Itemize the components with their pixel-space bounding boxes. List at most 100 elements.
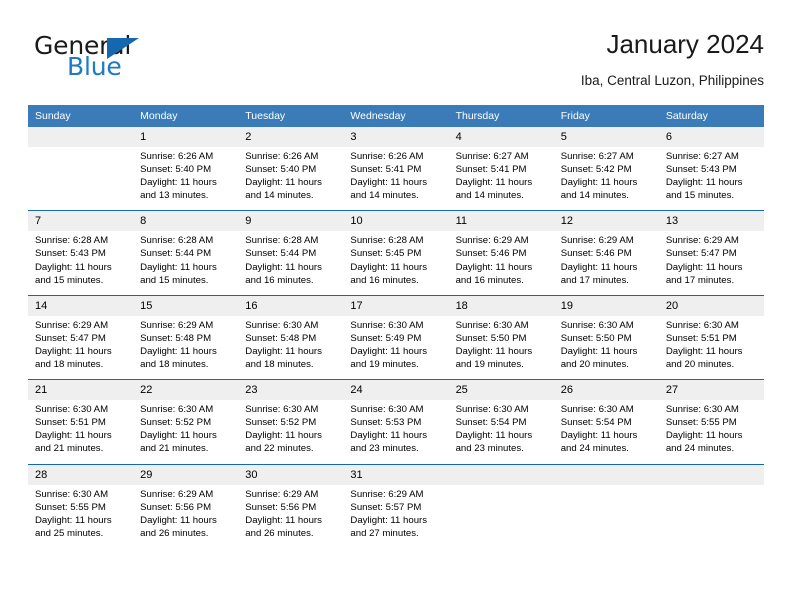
day-cell: Sunrise: 6:26 AM Sunset: 5:40 PM Dayligh… — [133, 147, 239, 211]
day-cell: Sunrise: 6:27 AM Sunset: 5:42 PM Dayligh… — [553, 147, 659, 211]
daylight-text-line2: and 23 minutes. — [350, 443, 419, 455]
day-cell: Sunrise: 6:29 AM Sunset: 5:47 PM Dayligh… — [28, 315, 134, 380]
day-cell: Sunrise: 6:30 AM Sunset: 5:48 PM Dayligh… — [238, 315, 344, 380]
sunrise-text: Sunrise: 6:28 AM — [350, 235, 424, 247]
daylight-text-line2: and 18 minutes. — [245, 359, 314, 371]
day-cell: Sunrise: 6:26 AM Sunset: 5:40 PM Dayligh… — [238, 147, 344, 211]
sunset-text: Sunset: 5:56 PM — [140, 501, 212, 513]
day-cell: Sunrise: 6:28 AM Sunset: 5:45 PM Dayligh… — [343, 231, 449, 296]
daylight-text-line1: Daylight: 11 hours — [245, 261, 322, 273]
sunset-text: Sunset: 5:54 PM — [560, 417, 632, 429]
day-cell: Sunrise: 6:29 AM Sunset: 5:46 PM Dayligh… — [553, 231, 659, 296]
daylight-text-line1: Daylight: 11 hours — [455, 177, 533, 189]
day-cell: Sunrise: 6:29 AM Sunset: 5:48 PM Dayligh… — [133, 315, 239, 380]
daylight-text-line2: and 20 minutes. — [560, 359, 629, 371]
daylight-text-line1: Daylight: 11 hours — [245, 177, 322, 189]
sunrise-text: Sunrise: 6:29 AM — [35, 319, 109, 331]
page-header: General Blue January 2024 Iba, Central L… — [28, 28, 764, 94]
day-cell: Sunrise: 6:30 AM Sunset: 5:55 PM Dayligh… — [28, 484, 134, 548]
daylight-text-line1: Daylight: 11 hours — [245, 514, 322, 526]
day-number: 29 — [133, 463, 239, 485]
daylight-text-line2: and 21 minutes. — [35, 443, 104, 455]
logo-text-blue: Blue — [67, 52, 122, 81]
day-number: 26 — [553, 379, 659, 401]
day-cell: Sunrise: 6:30 AM Sunset: 5:54 PM Dayligh… — [553, 400, 659, 464]
day-number: 3 — [343, 127, 449, 147]
day-cell: Sunrise: 6:26 AM Sunset: 5:41 PM Dayligh… — [343, 147, 449, 211]
sunset-text: Sunset: 5:57 PM — [350, 501, 422, 513]
daylight-text-line2: and 17 minutes. — [665, 274, 735, 286]
sunrise-text: Sunrise: 6:30 AM — [350, 319, 424, 331]
sunrise-text: Sunrise: 6:30 AM — [455, 404, 529, 416]
sunset-text: Sunset: 5:41 PM — [455, 164, 527, 176]
day-number-row: 1 2 3 4 5 6 — [28, 127, 764, 147]
day-cell: Sunrise: 6:27 AM Sunset: 5:41 PM Dayligh… — [448, 147, 554, 211]
day-cell: Sunrise: 6:30 AM Sunset: 5:50 PM Dayligh… — [553, 315, 659, 380]
day-number — [658, 463, 764, 485]
daylight-text-line1: Daylight: 11 hours — [245, 430, 322, 442]
daylight-text-line1: Daylight: 11 hours — [140, 345, 217, 357]
day-number: 15 — [133, 294, 239, 316]
sunset-text: Sunset: 5:47 PM — [35, 332, 106, 344]
daylight-text-line2: and 13 minutes. — [140, 190, 209, 202]
day-cell: Sunrise: 6:29 AM Sunset: 5:47 PM Dayligh… — [658, 231, 764, 296]
daylight-text-line1: Daylight: 11 hours — [140, 177, 217, 189]
daylight-text-line1: Daylight: 11 hours — [665, 430, 743, 442]
sunset-text: Sunset: 5:48 PM — [245, 332, 317, 344]
weekday-header-row: Sunday Monday Tuesday Wednesday Thursday… — [28, 105, 764, 127]
daylight-text-line2: and 18 minutes. — [35, 359, 104, 371]
sunrise-text: Sunrise: 6:28 AM — [35, 235, 109, 247]
day-detail-row: Sunrise: 6:28 AM Sunset: 5:43 PM Dayligh… — [28, 231, 764, 296]
day-cell — [658, 484, 764, 548]
day-number: 10 — [343, 210, 449, 232]
day-detail-row: Sunrise: 6:29 AM Sunset: 5:47 PM Dayligh… — [28, 315, 764, 380]
calendar-body: 1 2 3 4 5 6 Sunrise: 6:26 AM Sunset: 5:4… — [28, 127, 764, 548]
day-number — [28, 127, 134, 147]
day-cell: Sunrise: 6:30 AM Sunset: 5:55 PM Dayligh… — [658, 400, 764, 464]
daylight-text-line1: Daylight: 11 hours — [350, 345, 428, 357]
daylight-text-line1: Daylight: 11 hours — [350, 430, 428, 442]
sunrise-text: Sunrise: 6:29 AM — [560, 235, 634, 247]
daylight-text-line1: Daylight: 11 hours — [140, 430, 217, 442]
daylight-text-line2: and 14 minutes. — [350, 190, 419, 202]
day-number: 11 — [448, 210, 554, 232]
sunrise-text: Sunrise: 6:30 AM — [665, 319, 739, 331]
day-number-row: 7 8 9 10 11 12 13 — [28, 210, 764, 232]
day-number: 9 — [238, 210, 344, 232]
day-number: 5 — [553, 127, 659, 147]
day-cell: Sunrise: 6:30 AM Sunset: 5:49 PM Dayligh… — [343, 315, 449, 380]
day-number: 17 — [343, 294, 449, 316]
day-cell: Sunrise: 6:30 AM Sunset: 5:52 PM Dayligh… — [238, 400, 344, 464]
sunrise-text: Sunrise: 6:30 AM — [245, 404, 319, 416]
weekday-header-sunday: Sunday — [28, 105, 134, 127]
day-number: 12 — [553, 210, 659, 232]
day-cell: Sunrise: 6:29 AM Sunset: 5:57 PM Dayligh… — [343, 484, 449, 548]
day-number: 28 — [28, 463, 134, 485]
day-cell: Sunrise: 6:29 AM Sunset: 5:56 PM Dayligh… — [133, 484, 239, 548]
sunset-text: Sunset: 5:44 PM — [140, 248, 212, 260]
sunset-text: Sunset: 5:55 PM — [35, 501, 106, 513]
sunrise-sunset-calendar: Sunday Monday Tuesday Wednesday Thursday… — [28, 105, 764, 548]
day-number: 8 — [133, 210, 239, 232]
sunset-text: Sunset: 5:53 PM — [350, 417, 422, 429]
sunset-text: Sunset: 5:51 PM — [665, 332, 737, 344]
day-number: 2 — [238, 127, 344, 147]
sunset-text: Sunset: 5:46 PM — [455, 248, 527, 260]
daylight-text-line2: and 24 minutes. — [560, 443, 629, 455]
day-number: 14 — [28, 294, 134, 316]
daylight-text-line2: and 19 minutes. — [455, 359, 524, 371]
sunrise-text: Sunrise: 6:26 AM — [140, 151, 214, 162]
day-number: 30 — [238, 463, 344, 485]
weekday-header-monday: Monday — [133, 105, 239, 127]
day-number: 23 — [238, 379, 344, 401]
daylight-text-line2: and 18 minutes. — [140, 359, 209, 371]
sunrise-text: Sunrise: 6:28 AM — [245, 235, 319, 247]
sunset-text: Sunset: 5:40 PM — [245, 164, 317, 176]
day-number-row: 21 22 23 24 25 26 27 — [28, 379, 764, 401]
sunset-text: Sunset: 5:41 PM — [350, 164, 422, 176]
day-number: 20 — [658, 294, 764, 316]
sunset-text: Sunset: 5:52 PM — [140, 417, 212, 429]
day-cell: Sunrise: 6:28 AM Sunset: 5:44 PM Dayligh… — [133, 231, 239, 296]
sunrise-text: Sunrise: 6:30 AM — [245, 319, 319, 331]
daylight-text-line1: Daylight: 11 hours — [455, 261, 533, 273]
